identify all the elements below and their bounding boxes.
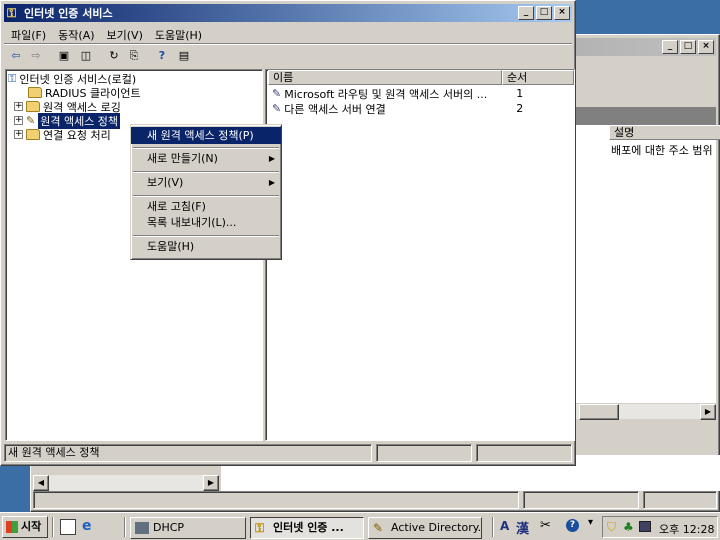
start-button[interactable]: 시작 bbox=[2, 516, 48, 538]
maximize-button[interactable]: □ bbox=[536, 6, 552, 20]
ime-mode-a[interactable]: A bbox=[500, 519, 509, 533]
ctx-new-policy[interactable]: 새 원격 액세스 정책(P) bbox=[131, 127, 281, 144]
refresh-icon[interactable]: ↻ bbox=[105, 47, 123, 65]
policy-icon: ✎ bbox=[26, 114, 36, 127]
bg-scroll-right-button[interactable]: ▶ bbox=[700, 404, 716, 420]
toolbar-separator bbox=[4, 43, 572, 45]
menu-action[interactable]: 동작(A) bbox=[58, 27, 94, 43]
menu-bar: 파일(F) 동작(A) 보기(V) 도움말(H) bbox=[11, 27, 202, 43]
close-button[interactable]: × bbox=[554, 6, 570, 20]
export-list-icon[interactable]: ⎘ bbox=[125, 47, 143, 65]
properties-icon[interactable]: ▤ bbox=[175, 47, 193, 65]
ctx-new[interactable]: 새로 만들기(N) ▶ bbox=[131, 150, 281, 167]
ime-hanja[interactable]: 漢 bbox=[516, 518, 529, 537]
list-item[interactable]: ✎ 다른 액세스 서버 연결 2 bbox=[272, 101, 523, 116]
minimize-button[interactable]: _ bbox=[518, 6, 534, 20]
bg-minimize-button[interactable]: _ bbox=[662, 40, 678, 54]
desktop-icon[interactable] bbox=[60, 519, 76, 535]
bg-hscrollbar[interactable]: ▶ bbox=[571, 403, 716, 420]
main-window[interactable]: ⚿ 인터넷 인증 서비스 _ □ × 파일(F) 동작(A) 보기(V) 도움말… bbox=[0, 0, 576, 466]
ad-icon: ✎ bbox=[373, 521, 384, 535]
folder-icon bbox=[26, 101, 40, 112]
bg-column-header-description[interactable]: 설명 bbox=[609, 125, 720, 140]
ime-tool-icon[interactable]: ✂ bbox=[540, 518, 551, 533]
ctx-help[interactable]: 도움말(H) bbox=[131, 238, 281, 255]
network-icon[interactable]: ♣ bbox=[623, 520, 634, 534]
bg-description-text: 배포에 대한 주소 범위 bbox=[611, 144, 713, 157]
clock[interactable]: 오후 12:28 bbox=[659, 521, 714, 537]
menu-view[interactable]: 보기(V) bbox=[107, 27, 143, 43]
bg-list-pane: 설명 배포에 대한 주소 범위 bbox=[571, 125, 720, 413]
bg-left-scroll-left-button[interactable]: ◀ bbox=[33, 475, 49, 491]
up-folder-icon[interactable]: ▣ bbox=[55, 47, 73, 65]
bg-statusbar bbox=[33, 491, 717, 509]
context-menu[interactable]: 새 원격 액세스 정책(P) 새로 만들기(N) ▶ 보기(V) ▶ 새로 고침… bbox=[130, 124, 282, 260]
column-header-order[interactable]: 순서 bbox=[502, 70, 574, 85]
system-tray: ⛉ ♣ 오후 12:28 bbox=[602, 516, 718, 538]
bg-close-button[interactable]: × bbox=[698, 40, 714, 54]
bg-left-hscrollbar[interactable]: ◀ ▶ bbox=[33, 475, 219, 491]
task-active-directory[interactable]: ✎ Active Directory... bbox=[368, 517, 482, 539]
folder-icon bbox=[28, 87, 42, 98]
task-ias[interactable]: ⚿ 인터넷 인증 ... bbox=[250, 517, 364, 539]
bg-scroll-thumb[interactable] bbox=[579, 404, 619, 420]
policy-icon: ✎ bbox=[272, 102, 282, 115]
app-key-icon: ⚿ bbox=[7, 6, 17, 20]
task-dhcp[interactable]: DHCP bbox=[130, 517, 246, 539]
help-icon[interactable]: ? bbox=[153, 47, 171, 65]
ctx-export-list[interactable]: 목록 내보내기(L)... bbox=[131, 214, 281, 231]
bg-dark-band bbox=[571, 107, 716, 125]
forward-arrow-icon[interactable]: ⇨ bbox=[27, 47, 45, 65]
ie-icon[interactable]: e bbox=[82, 518, 92, 534]
windows-logo-icon bbox=[6, 521, 18, 533]
menu-help[interactable]: 도움말(H) bbox=[155, 27, 202, 43]
taskbar: 시작 e DHCP ⚿ 인터넷 인증 ... ✎ Active Director… bbox=[0, 512, 720, 540]
tree-expander[interactable]: + bbox=[14, 130, 23, 139]
window-title: 인터넷 인증 서비스 bbox=[24, 7, 113, 20]
security-shield-icon[interactable]: ⛉ bbox=[607, 520, 616, 535]
submenu-arrow-icon: ▶ bbox=[268, 154, 275, 163]
ime-help-icon[interactable]: ? bbox=[566, 519, 579, 532]
ias-root-icon: ⚿ bbox=[8, 71, 17, 85]
list-pane[interactable]: 이름 순서 ✎ Microsoft 라우팅 및 원격 액세스 서버의 ... 1… bbox=[265, 69, 575, 441]
folder-icon bbox=[26, 129, 40, 140]
show-hide-tree-icon[interactable]: ◫ bbox=[77, 47, 95, 65]
column-header-name[interactable]: 이름 bbox=[268, 70, 502, 85]
submenu-arrow-icon: ▶ bbox=[268, 178, 275, 187]
key-icon: ⚿ bbox=[255, 521, 265, 535]
bg-left-scroll-right-button[interactable]: ▶ bbox=[203, 475, 219, 491]
monitor-icon[interactable] bbox=[639, 521, 651, 532]
bg-maximize-button[interactable]: □ bbox=[680, 40, 696, 54]
ime-menu-icon[interactable]: ▾ bbox=[588, 517, 593, 528]
main-window-titlebar[interactable]: ⚿ 인터넷 인증 서비스 _ □ × bbox=[4, 4, 572, 22]
status-text: 새 원격 액세스 정책 bbox=[4, 444, 372, 462]
ctx-refresh[interactable]: 새로 고침(F) bbox=[131, 198, 281, 215]
policy-icon: ✎ bbox=[272, 87, 282, 100]
list-item[interactable]: ✎ Microsoft 라우팅 및 원격 액세스 서버의 ... 1 bbox=[272, 86, 523, 101]
ctx-view[interactable]: 보기(V) ▶ bbox=[131, 174, 281, 191]
menu-file[interactable]: 파일(F) bbox=[11, 27, 46, 43]
dhcp-icon bbox=[135, 522, 149, 534]
tree-item-connection-request[interactable]: + 연결 요청 처리 bbox=[14, 127, 111, 142]
status-bar: 새 원격 액세스 정책 bbox=[4, 444, 572, 462]
tree-expander[interactable]: + bbox=[14, 116, 23, 125]
back-arrow-icon[interactable]: ⇦ bbox=[7, 47, 25, 65]
tree-expander[interactable]: + bbox=[14, 102, 23, 111]
